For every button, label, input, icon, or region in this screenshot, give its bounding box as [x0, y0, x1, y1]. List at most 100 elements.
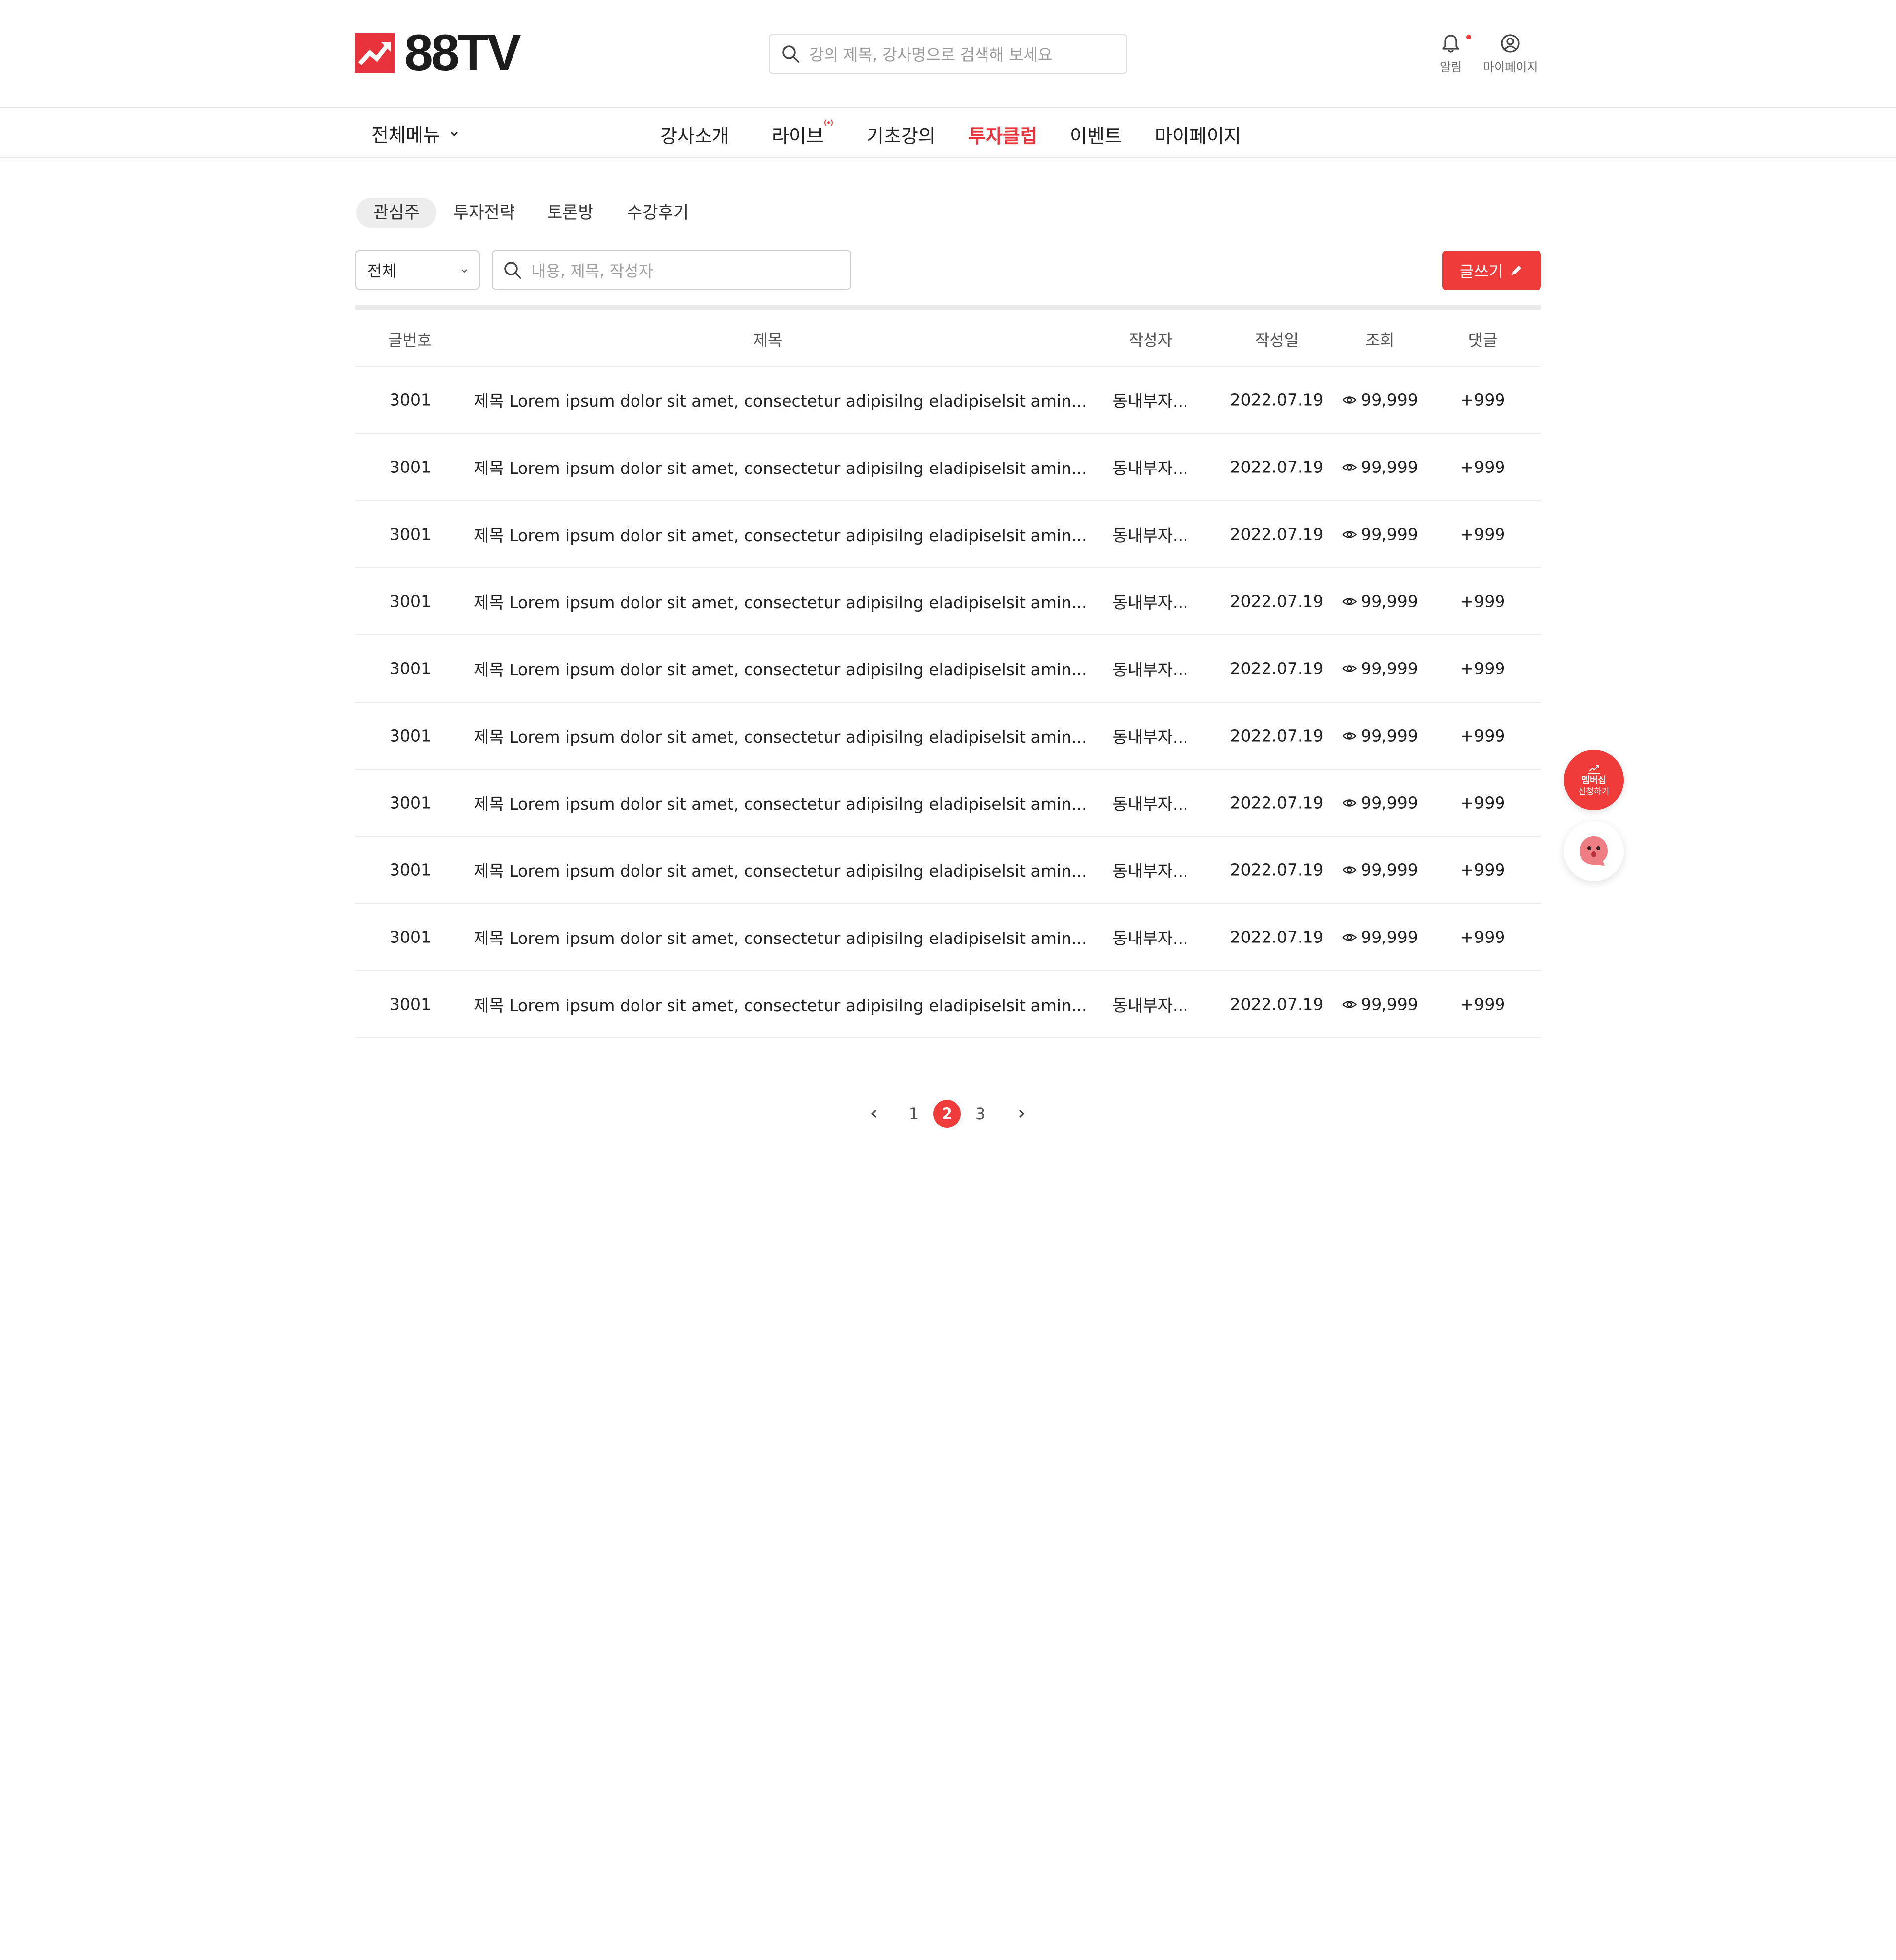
post-title[interactable]: 제목 Lorem ipsum dolor sit amet, consectet… [474, 992, 1087, 1016]
post-comments: +999 [1460, 524, 1505, 544]
post-views-count: 99,999 [1361, 591, 1418, 611]
logo[interactable]: 88TV [355, 24, 521, 81]
column-header-title: 제목 [753, 331, 783, 350]
eye-icon [1342, 799, 1357, 807]
post-title[interactable]: 제목 Lorem ipsum dolor sit amet, consectet… [474, 455, 1087, 479]
eye-icon [1342, 1000, 1357, 1008]
post-title[interactable]: 제목 Lorem ipsum dolor sit amet, consectet… [474, 791, 1087, 815]
table-row[interactable]: 3001 제목 Lorem ipsum dolor sit amet, conse… [356, 501, 1541, 568]
post-number: 3001 [390, 994, 431, 1014]
global-search-input[interactable]: 강의 제목, 강사명으로 검색해 보세요 [769, 34, 1127, 74]
live-broadcast-icon [824, 119, 833, 126]
post-views: 99,999 [1342, 525, 1418, 544]
post-views: 99,999 [1342, 995, 1418, 1014]
nav-basic-lectures[interactable]: 기초강의 [867, 121, 936, 148]
post-views-count: 99,999 [1361, 927, 1418, 947]
post-title[interactable]: 제목 Lorem ipsum dolor sit amet, consectet… [474, 522, 1087, 546]
post-author: 동내부자... [1112, 794, 1188, 814]
membership-line1: 멤버십 [1581, 775, 1606, 785]
post-views: 99,999 [1342, 659, 1418, 678]
bell-icon [1442, 35, 1459, 53]
column-header-author: 작성자 [1128, 331, 1173, 350]
chat-character-icon [1580, 836, 1608, 866]
table-row[interactable]: 3001 제목 Lorem ipsum dolor sit amet, conse… [356, 703, 1541, 770]
write-post-button[interactable]: 글쓰기 [1442, 251, 1541, 290]
post-views-count: 99,999 [1361, 659, 1418, 678]
eye-icon [1342, 665, 1357, 672]
next-page-button[interactable] [1007, 1100, 1035, 1128]
notification-label: 알림 [1440, 60, 1462, 74]
table-row[interactable]: 3001 제목 Lorem ipsum dolor sit amet, conse… [356, 568, 1541, 635]
post-title[interactable]: 제목 Lorem ipsum dolor sit amet, consectet… [474, 724, 1087, 747]
eye-icon [1342, 597, 1357, 605]
membership-fab[interactable]: 멤버십 신청하기 [1564, 750, 1624, 810]
notification-button[interactable]: 알림 [1440, 33, 1471, 75]
post-title[interactable]: 제목 Lorem ipsum dolor sit amet, consectet… [474, 388, 1087, 412]
page-3[interactable]: 3 [966, 1100, 994, 1128]
mypage-button[interactable]: 마이페이지 [1483, 33, 1538, 75]
post-author: 동내부자... [1112, 526, 1188, 545]
category-select[interactable]: 전체 [356, 250, 480, 290]
post-comments: +999 [1460, 994, 1505, 1014]
all-menu-button[interactable]: 전체메뉴 [371, 120, 461, 147]
post-comments: +999 [1460, 457, 1505, 477]
post-views-count: 99,999 [1361, 390, 1418, 410]
post-number: 3001 [390, 524, 431, 544]
post-number: 3001 [390, 927, 431, 947]
tab-watchlist[interactable]: 관심주 [356, 198, 436, 228]
tab-reviews[interactable]: 수강후기 [627, 198, 689, 228]
board-search-input[interactable]: 내용, 제목, 작성자 [492, 250, 851, 290]
post-views-count: 99,999 [1361, 994, 1418, 1014]
post-date: 2022.07.19 [1230, 793, 1324, 813]
table-row[interactable]: 3001 제목 Lorem ipsum dolor sit amet, conse… [356, 971, 1541, 1038]
post-title[interactable]: 제목 Lorem ipsum dolor sit amet, consectet… [474, 925, 1087, 949]
table-row[interactable]: 3001 제목 Lorem ipsum dolor sit amet, conse… [356, 434, 1541, 501]
nav-live[interactable]: 라이브 [772, 121, 824, 148]
global-search-placeholder: 강의 제목, 강사명으로 검색해 보세요 [809, 45, 1053, 64]
search-icon [504, 262, 521, 279]
post-date: 2022.07.19 [1230, 591, 1324, 611]
nav-instructors[interactable]: 강사소개 [660, 121, 729, 148]
user-circle-icon [1501, 34, 1520, 53]
eye-icon [1342, 732, 1357, 740]
trend-chart-icon [1588, 765, 1600, 774]
post-title[interactable]: 제목 Lorem ipsum dolor sit amet, consectet… [474, 589, 1087, 613]
column-header-comments: 댓글 [1468, 331, 1498, 350]
post-date: 2022.07.19 [1230, 860, 1324, 880]
tab-discussion[interactable]: 토론방 [547, 198, 593, 228]
post-views: 99,999 [1342, 726, 1418, 745]
nav-events[interactable]: 이벤트 [1070, 121, 1122, 148]
chevron-down-icon [461, 269, 467, 273]
eye-icon [1342, 530, 1357, 538]
post-author: 동내부자... [1112, 862, 1188, 881]
table-row[interactable]: 3001 제목 Lorem ipsum dolor sit amet, conse… [356, 837, 1541, 904]
post-author: 동내부자... [1112, 727, 1188, 746]
prev-page-button[interactable] [861, 1100, 888, 1128]
nav-mypage[interactable]: 마이페이지 [1155, 121, 1241, 148]
table-row[interactable]: 3001 제목 Lorem ipsum dolor sit amet, conse… [356, 367, 1541, 434]
post-views: 99,999 [1342, 592, 1418, 611]
table-row[interactable]: 3001 제목 Lorem ipsum dolor sit amet, conse… [356, 770, 1541, 837]
post-views: 99,999 [1342, 458, 1418, 477]
table-row[interactable]: 3001 제목 Lorem ipsum dolor sit amet, conse… [356, 635, 1541, 703]
post-comments: +999 [1460, 390, 1505, 410]
post-views-count: 99,999 [1361, 457, 1418, 477]
chevron-right-icon [1019, 1109, 1025, 1118]
table-row[interactable]: 3001 제목 Lorem ipsum dolor sit amet, conse… [356, 904, 1541, 971]
nav-investment-club[interactable]: 투자클럽 [968, 121, 1037, 148]
page-2-current[interactable]: 2 [933, 1100, 961, 1128]
post-comments: +999 [1460, 726, 1505, 745]
post-title[interactable]: 제목 Lorem ipsum dolor sit amet, consectet… [474, 858, 1087, 882]
tab-strategy[interactable]: 투자전략 [453, 198, 515, 228]
post-title[interactable]: 제목 Lorem ipsum dolor sit amet, consectet… [474, 657, 1087, 680]
post-author: 동내부자... [1112, 459, 1188, 478]
post-number: 3001 [390, 860, 431, 880]
post-date: 2022.07.19 [1230, 726, 1324, 745]
post-views: 99,999 [1342, 793, 1418, 813]
post-comments: +999 [1460, 927, 1505, 947]
page-1[interactable]: 1 [900, 1100, 928, 1128]
logo-text: 88TV [404, 24, 521, 81]
search-icon [782, 45, 799, 63]
chatbot-fab[interactable] [1564, 821, 1624, 881]
post-views-count: 99,999 [1361, 726, 1418, 745]
